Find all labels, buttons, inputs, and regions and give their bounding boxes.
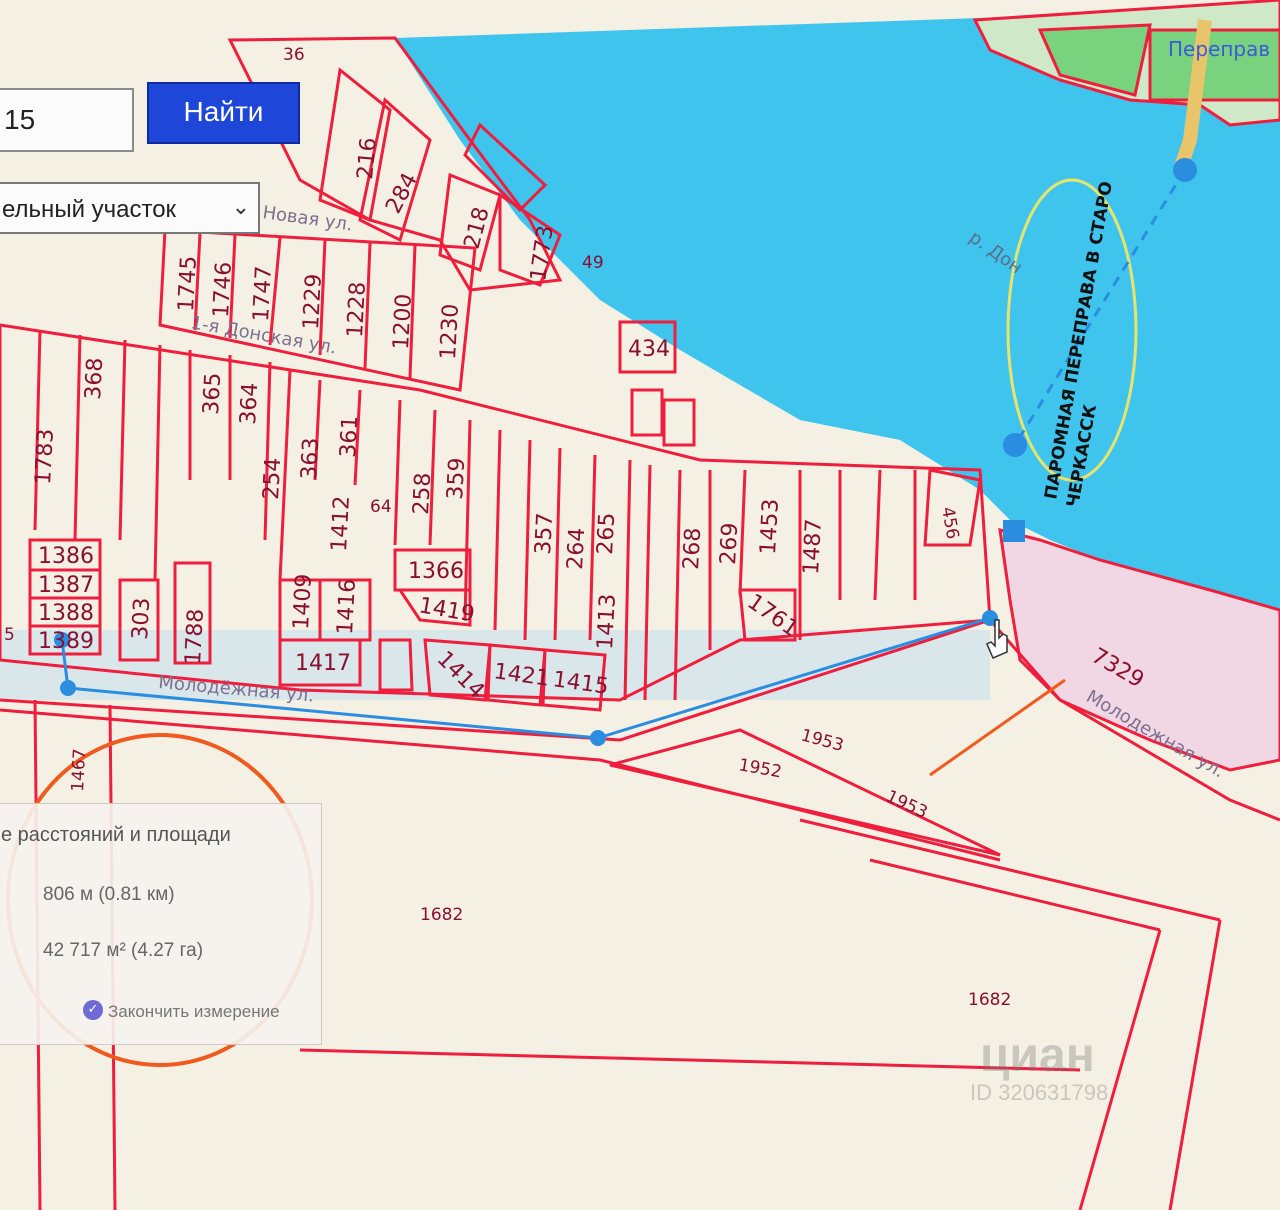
watermark-id: ID 320631798 [970, 1080, 1109, 1105]
parcel-label: 264 [563, 527, 590, 570]
parcel-label: 1417 [295, 651, 351, 676]
watermark-brand: циан [980, 1029, 1095, 1082]
parcel-label: 1783 [31, 428, 59, 485]
parcel-label: 1388 [38, 601, 94, 626]
measure-panel: е расстояний и площади 806 м (0.81 км) 4… [0, 803, 322, 1045]
parcel-label: 1389 [38, 629, 94, 654]
parcel-label: 1487 [799, 518, 827, 575]
parcel-label: 364 [236, 382, 263, 425]
measure-area: 42 717 м² (4.27 га) [43, 940, 204, 961]
parcel-label: 1747 [249, 265, 277, 322]
parcel-label: 1746 [209, 261, 237, 318]
parcel-label: 357 [531, 512, 558, 555]
parcel-label: 1745 [174, 255, 202, 312]
parcel-label: 361 [336, 415, 363, 458]
parcel-label: 258 [409, 472, 436, 515]
parcel-label: 1682 [968, 990, 1011, 1010]
parcel-label: 254 [259, 457, 286, 500]
chevron-down-icon: ⌄ [231, 194, 250, 219]
parcel-label: 49 [582, 253, 604, 273]
object-type-select[interactable]: ельный участок ⌄ [0, 182, 260, 234]
parcel-label: 36 [283, 45, 305, 65]
parcel-label: 1230 [436, 303, 464, 360]
parcel-label: 265 [593, 512, 620, 555]
object-type-selected: ельный участок [2, 196, 177, 223]
measure-distance: 806 м (0.81 км) [43, 884, 175, 905]
parcel-label: 216 [353, 137, 382, 181]
parcel-label: 5 [4, 625, 15, 645]
parcel-label: 1387 [38, 573, 94, 598]
measure-vertex [590, 730, 606, 746]
parcel-label: 1412 [327, 495, 355, 552]
parcel-label: 1788 [181, 608, 209, 665]
parcel-label: 1416 [333, 578, 361, 635]
parcel-label: 1366 [408, 559, 464, 584]
parcel-label: 365 [199, 372, 226, 415]
parcel-label: 1413 [593, 593, 621, 650]
parcel-label: 1682 [420, 905, 463, 925]
parcel-label: 1453 [756, 498, 784, 555]
search-input[interactable]: 15 [0, 88, 134, 152]
parcel-label: 434 [628, 337, 670, 362]
measure-vertex [60, 680, 76, 696]
crossing-label: Переправ [1168, 37, 1270, 61]
parcel-label: 1200 [389, 293, 417, 350]
parcel-label: 1229 [299, 273, 327, 330]
parcel-label: 64 [370, 497, 392, 517]
parcel-label: 1409 [289, 573, 317, 630]
parcel-label: 269 [716, 522, 743, 565]
parcel-label: 303 [128, 597, 155, 640]
parcel-label: 359 [443, 457, 470, 500]
parcel-label: 268 [679, 527, 706, 570]
finish-measure-label: Закончить измерение [108, 1002, 280, 1021]
parcel-label: 368 [81, 357, 108, 400]
finish-measure-button[interactable]: Закончить измерение [86, 1002, 280, 1022]
parcel-label: 1228 [343, 281, 371, 338]
parcel-label: 363 [297, 437, 324, 480]
parcel-label: 1386 [38, 544, 94, 569]
parcel-label: 1467 [68, 748, 90, 792]
find-button[interactable]: Найти [147, 82, 300, 144]
measure-title: е расстояний и площади [1, 824, 231, 846]
